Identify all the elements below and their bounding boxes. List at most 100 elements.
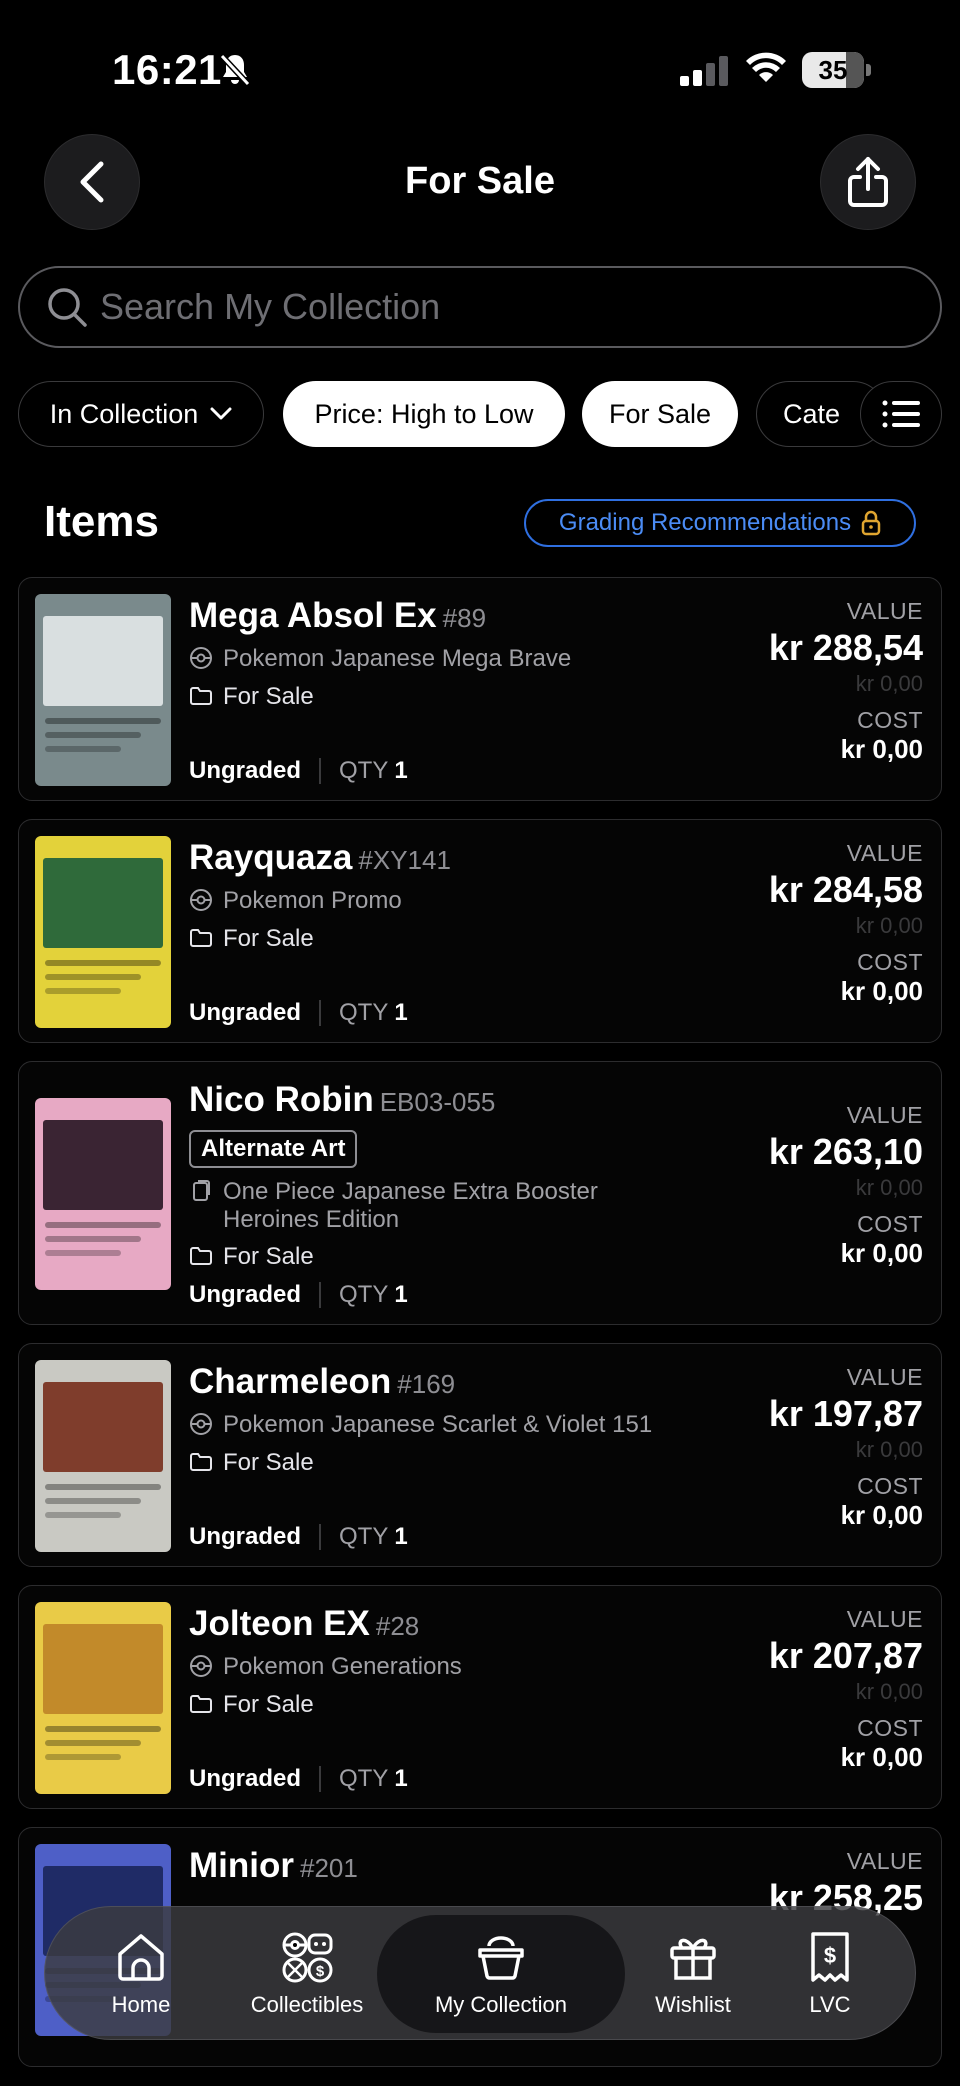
filter-bar: In Collection Price: High to Low For Sal…: [0, 381, 960, 447]
value-label: VALUE: [846, 1102, 923, 1128]
nav-label: Home: [111, 1992, 171, 2017]
filter-price-sort[interactable]: Price: High to Low: [283, 381, 565, 447]
item-set: Pokemon Generations: [189, 1653, 462, 1681]
item-grade: Ungraded: [189, 999, 302, 1026]
collection-item-card[interactable]: Mega Absol Ex #89 Pokemon Japanese Mega B…: [18, 577, 942, 801]
item-grade-row: Ungraded QTY 1: [189, 999, 408, 1027]
grading-recommendations-button[interactable]: Grading Recommendations: [524, 499, 916, 547]
item-folder: For Sale: [189, 1449, 314, 1477]
status-time: 16:21: [112, 46, 222, 93]
item-set: Pokemon Promo: [189, 887, 402, 915]
value-label: VALUE: [846, 840, 923, 866]
collection-item-card[interactable]: Rayquaza #XY141 Pokemon Promo For Sale Un…: [18, 819, 942, 1043]
item-folder: For Sale: [189, 1691, 314, 1719]
gift-icon: [670, 1938, 716, 1980]
cards-icon: [193, 1180, 210, 1201]
item-cost: kr 0,00: [840, 734, 923, 764]
item-folder: For Sale: [189, 683, 314, 711]
collection-item-card[interactable]: Charmeleon #169 Pokemon Japanese Scarlet …: [18, 1343, 942, 1567]
collectibles-icon: $: [282, 1932, 333, 1983]
item-value-change: kr 0,00: [855, 1679, 923, 1704]
lock-icon: [861, 510, 881, 536]
item-pricing: VALUE kr 263,10 kr 0,00 COST kr 0,00: [769, 1102, 923, 1269]
receipt-dollar-icon: $: [811, 1932, 849, 1982]
item-cost: kr 0,00: [840, 976, 923, 1006]
item-value-change: kr 0,00: [855, 1437, 923, 1462]
filter-for-sale[interactable]: For Sale: [582, 381, 738, 447]
list-icon: [882, 400, 920, 428]
grading-label: Grading Recommendations: [558, 509, 852, 536]
item-grade-row: Ungraded QTY 1: [189, 1765, 408, 1793]
list-view-button[interactable]: [860, 381, 942, 447]
items-heading: Items: [44, 497, 159, 546]
svg-text:$: $: [824, 1943, 836, 1968]
item-name: Nico Robin EB03-055: [189, 1080, 496, 1119]
item-number: #28: [375, 1611, 420, 1641]
item-set: Pokemon Japanese Mega Brave: [189, 645, 571, 673]
filter-label: For Sale: [608, 398, 712, 429]
value-label: VALUE: [846, 598, 923, 624]
wifi-icon: [746, 52, 786, 82]
item-name: Rayquaza #XY141: [189, 838, 451, 877]
card-image: [35, 1602, 171, 1794]
filter-label: Price: High to Low: [314, 398, 534, 429]
collection-box-icon: [478, 1936, 524, 1980]
item-cost: kr 0,00: [840, 1238, 923, 1268]
item-number: #89: [442, 603, 487, 633]
pokeball-icon: [190, 1413, 212, 1435]
item-grade-row: Ungraded QTY 1: [189, 1523, 408, 1551]
item-grade: Ungraded: [189, 757, 302, 784]
item-qty: QTY 1: [339, 1281, 408, 1308]
search-icon: [48, 288, 87, 327]
item-cost: kr 0,00: [840, 1500, 923, 1530]
alternate-art-badge: Alternate Art: [189, 1130, 358, 1168]
item-pricing: VALUE kr 288,54 kr 0,00 COST kr 0,00: [769, 598, 923, 765]
nav-label: Collectibles: [250, 1992, 364, 2017]
cost-label: COST: [857, 1211, 923, 1237]
cost-label: COST: [857, 707, 923, 733]
item-grade: Ungraded: [189, 1281, 302, 1308]
battery-icon: 35: [802, 52, 872, 88]
card-image: [35, 1098, 171, 1290]
folder-icon: [190, 1247, 212, 1265]
pokeball-icon: [190, 1655, 212, 1677]
item-pricing: VALUE kr 284,58 kr 0,00 COST kr 0,00: [769, 840, 923, 1007]
filter-label: In Collection: [49, 398, 199, 429]
nav-label: My Collection: [434, 1992, 568, 2017]
item-name: Mega Absol Ex #89: [189, 596, 487, 635]
nav-lvc[interactable]: $ LVC: [775, 1907, 885, 2041]
nav-collectibles[interactable]: $ Collectibles: [237, 1907, 377, 2041]
item-set: Pokemon Japanese Scarlet & Violet 151: [189, 1411, 652, 1439]
search-bar[interactable]: [18, 266, 942, 348]
item-name: Minior #201: [189, 1846, 358, 1885]
item-value: kr 197,87: [768, 1393, 923, 1434]
bell-off-icon: [219, 53, 251, 87]
nav-label: Wishlist: [655, 1992, 731, 2017]
nav-label: LVC: [809, 1992, 851, 2017]
item-cost: kr 0,00: [840, 1742, 923, 1772]
nav-home[interactable]: Home: [81, 1907, 201, 2041]
item-grade-row: Ungraded QTY 1: [189, 1281, 408, 1309]
search-input[interactable]: [100, 286, 880, 328]
item-number: #169: [397, 1369, 456, 1399]
signal-icon: [680, 56, 728, 86]
collection-item-card[interactable]: Jolteon EX #28 Pokemon Generations For Sa…: [18, 1585, 942, 1809]
card-image: [35, 836, 171, 1028]
folder-icon: [190, 1453, 212, 1471]
item-set: One Piece Japanese Extra Booster Heroine…: [189, 1178, 663, 1234]
item-name: Charmeleon #169: [189, 1362, 456, 1401]
item-value-change: kr 0,00: [855, 1175, 923, 1200]
item-grade: Ungraded: [189, 1765, 302, 1792]
share-button[interactable]: [820, 134, 916, 230]
item-number: #XY141: [358, 845, 451, 875]
filter-in-collection[interactable]: In Collection: [18, 381, 264, 447]
nav-my-collection[interactable]: My Collection: [377, 1915, 625, 2033]
collection-item-card[interactable]: Nico Robin EB03-055 Alternate Art One Pie…: [18, 1061, 942, 1325]
home-icon: [118, 1934, 164, 1981]
filter-label: Cate: [783, 398, 841, 429]
nav-wishlist[interactable]: Wishlist: [625, 1907, 761, 2041]
item-grade-row: Ungraded QTY 1: [189, 757, 408, 785]
share-icon: [848, 157, 888, 207]
folder-icon: [190, 687, 212, 705]
battery-level: 35: [818, 55, 848, 85]
